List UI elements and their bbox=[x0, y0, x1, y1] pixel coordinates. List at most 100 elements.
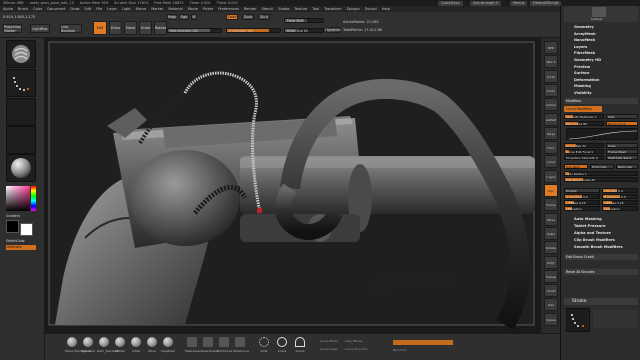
max-bend-angle-slider[interactable]: Max Bend Angle 45 bbox=[564, 177, 638, 182]
brush-standard[interactable]: Standard bbox=[81, 337, 95, 353]
auto-masking-menu[interactable]: Auto Masking bbox=[564, 216, 638, 223]
menu-color[interactable]: Color bbox=[33, 7, 42, 11]
live-boolean-button[interactable]: Live Boolean bbox=[60, 24, 82, 33]
draw-size-slider[interactable]: Draw Size 64 bbox=[284, 28, 324, 33]
shelf-actual-button[interactable]: Actual bbox=[544, 98, 558, 112]
sub-parts-toggle[interactable]: Sub Parts bbox=[564, 164, 588, 169]
shelf-aahalf-button[interactable]: AAHalf bbox=[544, 112, 558, 126]
menu-tool[interactable]: Tool bbox=[312, 7, 319, 11]
mask-lasso-button[interactable]: MaskLasso bbox=[185, 337, 201, 353]
m-button[interactable]: M bbox=[191, 14, 197, 20]
lightbox-button[interactable]: LightBox bbox=[30, 24, 50, 33]
texture-thumbnail[interactable] bbox=[6, 126, 36, 154]
select-lasso-button[interactable]: SelectLasso bbox=[201, 337, 219, 353]
menu-zscript[interactable]: Zscript bbox=[365, 7, 377, 11]
projection-master-button[interactable]: Projection Master bbox=[3, 24, 22, 33]
shelf-xyz-button[interactable]: Xyz bbox=[544, 184, 558, 197]
multitube-stack-button[interactable]: MultiTube Stack bbox=[606, 155, 638, 160]
alpha-texture-menu[interactable]: Alpha and Texture bbox=[564, 230, 638, 237]
stroke-palette-header[interactable]: Stroke bbox=[564, 298, 638, 305]
menu-picker[interactable]: Picker bbox=[203, 7, 213, 11]
brush-thumbnail[interactable] bbox=[6, 40, 36, 68]
brush-move-topological[interactable]: Move Topological bbox=[65, 337, 91, 353]
menu-render[interactable]: Render bbox=[244, 7, 256, 11]
zadd-button[interactable]: Zadd bbox=[226, 14, 238, 20]
curve-falloff-graph[interactable] bbox=[566, 128, 638, 140]
menu-document[interactable]: Document bbox=[47, 7, 65, 11]
brush-inflat[interactable]: Inflat bbox=[129, 337, 143, 353]
strength-multiplier-slider[interactable]: Strength Multiplier 1 bbox=[564, 114, 604, 119]
front-cap-toggle[interactable]: Front Cap bbox=[590, 164, 614, 169]
z-intensity-slider[interactable]: Z Intensity 100 bbox=[226, 28, 281, 33]
brush-hpolish[interactable]: hPolish bbox=[113, 337, 127, 353]
shelf-ghost-button[interactable]: Ghost bbox=[544, 284, 558, 298]
stroke-dots-button[interactable]: Dots bbox=[257, 337, 271, 353]
shelf-bpr-button[interactable]: BPR bbox=[544, 41, 558, 54]
projection-strength-slider[interactable]: Projection Strength 0 bbox=[564, 155, 604, 160]
slice-curve-button[interactable]: SliceCurve bbox=[233, 337, 249, 353]
stroke-curve-button[interactable]: Curve bbox=[293, 337, 307, 353]
bend-arc-label[interactable]: Bend Arc bbox=[393, 348, 407, 352]
menu-stroke[interactable]: Stroke bbox=[278, 7, 289, 11]
shelf-xpose-button[interactable]: Xpose bbox=[544, 312, 558, 326]
reset-all-brushes-button[interactable]: Reset All Brushes bbox=[564, 269, 638, 275]
canvas-viewport[interactable] bbox=[45, 38, 540, 333]
elevation-a-slider[interactable]: LElevation bbox=[564, 206, 600, 211]
stroke-circle-button[interactable]: Circle bbox=[275, 337, 289, 353]
secondary-color-swatch[interactable] bbox=[6, 220, 19, 233]
curve-function-label[interactable]: Curve Function bbox=[345, 347, 368, 351]
rgb-intensity-slider[interactable]: Rgb Intensity 100 bbox=[167, 28, 222, 33]
curve-res-slider[interactable]: Curve Res 32 bbox=[564, 143, 604, 148]
shelf-l-sym-button[interactable]: L.Sym bbox=[544, 169, 558, 183]
shelf-scale-button[interactable]: Scale bbox=[544, 226, 558, 240]
lazy-radius-slider[interactable]: Lazy Radius 1 bbox=[564, 171, 638, 176]
tray-visibility-menu[interactable]: Visibility bbox=[564, 90, 638, 97]
intensity-slider[interactable]: Intensity 0.4 bbox=[602, 188, 638, 193]
shelf-move-button[interactable]: Move bbox=[544, 212, 558, 226]
liftbase-a-slider[interactable]: LiftBase 0.25 bbox=[564, 200, 600, 205]
menu-draw[interactable]: Draw bbox=[70, 7, 79, 11]
shelf-local-button[interactable]: Local bbox=[544, 155, 558, 169]
zsub-button[interactable]: Zsub bbox=[242, 14, 254, 20]
shelf-persp-button[interactable]: Persp bbox=[544, 126, 558, 140]
menu-help[interactable]: Help bbox=[382, 7, 390, 11]
menu-stencil[interactable]: Stencil bbox=[261, 7, 273, 11]
menu-edit[interactable]: Edit bbox=[85, 7, 92, 11]
subtool-tab[interactable]: Subtool bbox=[591, 17, 602, 21]
smooth-brush-modifiers-menu[interactable]: Smooth Brush Modifiers bbox=[564, 244, 638, 251]
color-picker[interactable] bbox=[6, 186, 36, 211]
brush-claybuild[interactable]: ClayBuild bbox=[161, 337, 175, 353]
menu-brush[interactable]: Brush bbox=[18, 7, 28, 11]
frame-mesh-button[interactable]: Frame Mesh bbox=[606, 149, 638, 154]
main-color-swatch[interactable] bbox=[20, 223, 33, 236]
liftbase-b-slider[interactable]: LiftBase 0.25 bbox=[602, 200, 638, 205]
move-button[interactable]: Move bbox=[124, 21, 137, 35]
alternate-button[interactable]: Alternate bbox=[6, 245, 36, 250]
curve-falloff-bar[interactable] bbox=[393, 340, 453, 345]
brush-dam-standard[interactable]: Dam_Standard bbox=[97, 337, 119, 353]
menu-material[interactable]: Material bbox=[168, 7, 182, 11]
back-cap-toggle[interactable]: Back Cap bbox=[616, 164, 638, 169]
menu-layer[interactable]: Layer bbox=[107, 7, 117, 11]
menu-zplugin[interactable]: Zplugin bbox=[346, 7, 359, 11]
dynamic-button[interactable]: Dynamic bbox=[325, 27, 341, 33]
shelf-zoom-button[interactable]: Zoom bbox=[544, 83, 558, 97]
default-zscript-button[interactable]: DefaultZScript bbox=[530, 0, 562, 6]
aperture-a-slider[interactable]: A Aperture 0.5 bbox=[564, 194, 600, 199]
curve-modifiers-header[interactable]: Curve Modifiers bbox=[564, 106, 602, 112]
edit-brush-credit-button[interactable]: Edit Brush Credit bbox=[564, 254, 638, 260]
elevation-b-slider[interactable]: LElevation bbox=[602, 206, 638, 211]
menu-light[interactable]: Light bbox=[122, 7, 131, 11]
curve-snap-label[interactable]: Curve Snap bbox=[320, 347, 337, 351]
menu-marker[interactable]: Marker bbox=[151, 7, 163, 11]
edit-button[interactable]: Edit bbox=[93, 21, 107, 35]
scale-button[interactable]: Scale bbox=[139, 21, 152, 35]
rotate-button[interactable]: Rotate bbox=[154, 21, 167, 35]
shelf-scroll-button[interactable]: Scroll bbox=[544, 69, 558, 83]
clip-brush-modifiers-menu[interactable]: Clip Brush Modifiers bbox=[564, 237, 638, 244]
menu-transform[interactable]: Transform bbox=[324, 7, 341, 11]
switch-color-label[interactable]: SwitchColor bbox=[6, 239, 25, 243]
menus-button[interactable]: Menus bbox=[510, 0, 528, 6]
size-toggle[interactable]: Size bbox=[606, 114, 638, 119]
stroke-options[interactable] bbox=[593, 310, 637, 328]
